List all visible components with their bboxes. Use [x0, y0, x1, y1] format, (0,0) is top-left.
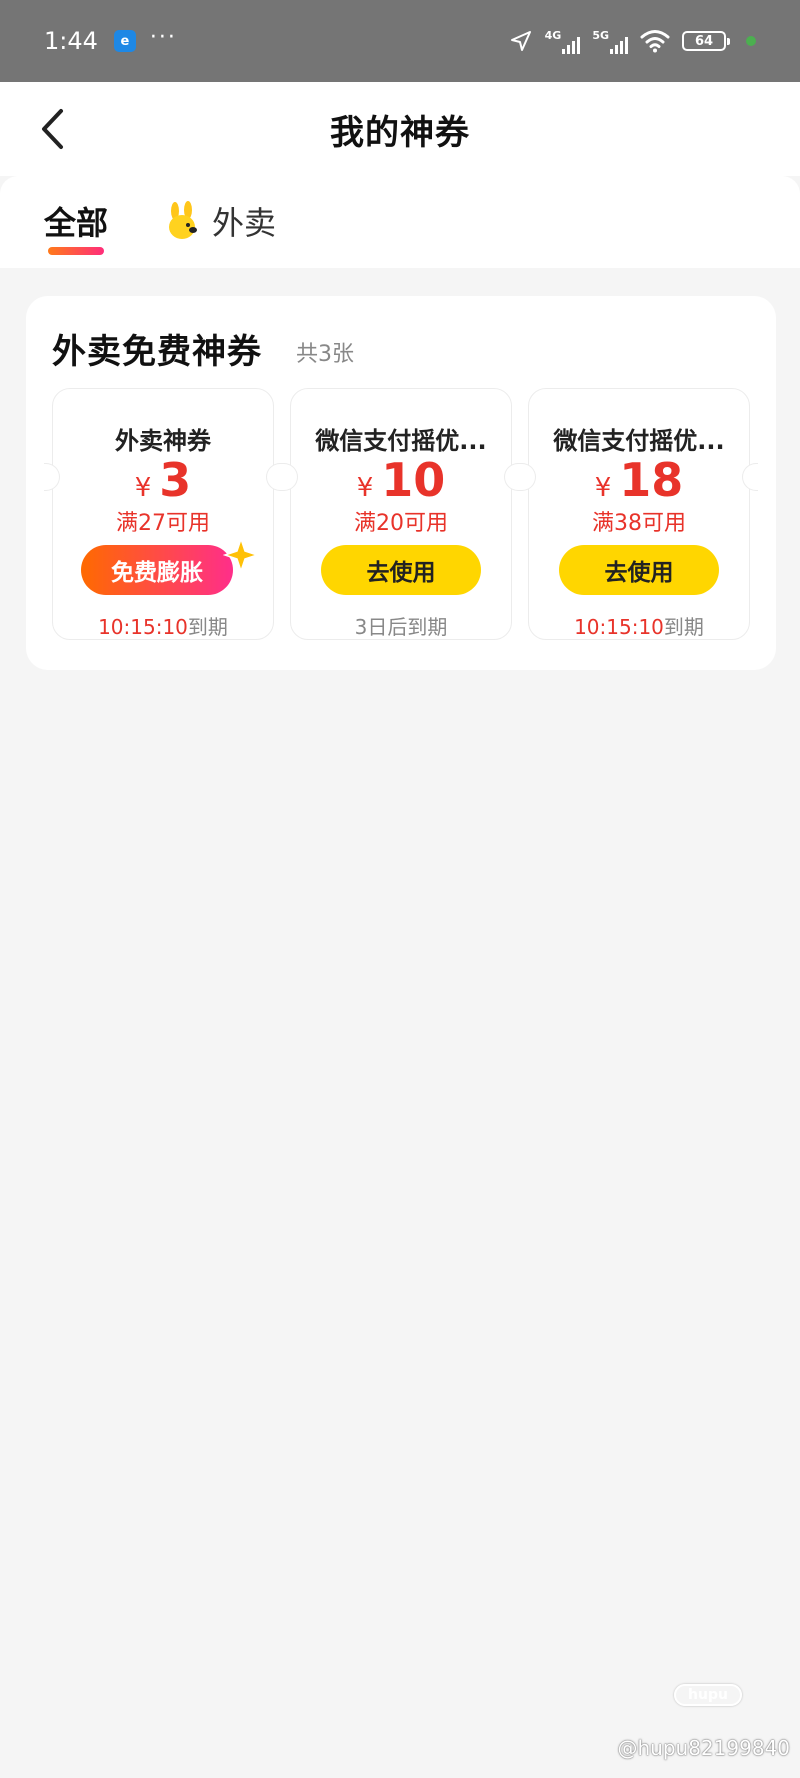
tab-takeout-label: 外卖 [212, 204, 277, 242]
currency-symbol: ¥ [356, 473, 374, 503]
chevron-left-icon [42, 109, 63, 149]
section-count: 共3张 [296, 342, 354, 367]
status-time: 1:44 [44, 27, 98, 55]
coupon-condition: 满38可用 [592, 511, 686, 536]
coupon-value: 18 [619, 453, 684, 507]
status-bar: 1:44 e ··· 4G 5G 64 [0, 0, 800, 82]
sparkle-star-icon [223, 537, 259, 573]
use-coupon-button[interactable]: 去使用 [559, 545, 719, 595]
coupon-condition: 满20可用 [354, 511, 448, 536]
coupon-section-card: 外卖免费神券 共3张 外卖神券 ¥ 3 满27可用 免费膨胀 10:15:10到… [26, 296, 776, 670]
coupon-card[interactable]: 微信支付摇优... ¥ 10 满20可用 去使用 3日后到期 [282, 388, 520, 640]
wifi-icon [640, 30, 670, 53]
coupon-expiry: 10:15:10到期 [529, 611, 749, 640]
network-4g-label: 4G [544, 28, 562, 42]
app-notification-icon: e [113, 30, 136, 52]
tab-all[interactable]: 全部 [44, 198, 108, 244]
app-header: 我的神券 [0, 82, 800, 176]
section-title: 外卖免费神券 [52, 332, 262, 372]
signal-5g-icon: 5G [592, 29, 628, 54]
battery-icon: 64 [682, 31, 730, 51]
coupon-amount: ¥ 3 [53, 453, 273, 507]
location-icon [510, 31, 531, 51]
coupon-expiry: 10:15:10到期 [53, 611, 273, 640]
use-coupon-button[interactable]: 去使用 [321, 545, 481, 595]
coupon-card[interactable]: 微信支付摇优... ¥ 18 满38可用 去使用 10:15:10到期 [520, 388, 758, 640]
currency-symbol: ¥ [134, 473, 152, 503]
network-5g-label: 5G [592, 28, 609, 42]
watermark-logo: hupu [674, 1684, 742, 1706]
coupon-amount: ¥ 10 [291, 453, 511, 507]
back-button[interactable] [28, 104, 78, 154]
page-title: 我的神券 [330, 112, 470, 153]
coupon-value: 3 [159, 453, 192, 507]
coupon-value: 10 [381, 453, 446, 507]
free-expand-button[interactable]: 免费膨胀 [81, 545, 233, 595]
coupon-name: 外卖神券 [115, 427, 211, 455]
coupon-name: 微信支付摇优... [553, 427, 725, 455]
rabbit-mascot-icon [169, 201, 197, 239]
tab-bar: 全部 外卖 [0, 176, 800, 268]
watermark-text: @hupu82199840 [617, 1736, 790, 1760]
active-tab-indicator [48, 247, 104, 255]
expiry-countdown: 10:15:10 [98, 615, 188, 639]
status-indicators: 4G 5G 64 [509, 29, 756, 54]
coupon-name: 微信支付摇优... [315, 427, 487, 455]
signal-4g-icon: 4G [545, 29, 581, 54]
coupon-condition: 满27可用 [116, 511, 210, 536]
coupon-amount: ¥ 18 [529, 453, 749, 507]
coupon-expiry: 3日后到期 [291, 611, 511, 640]
expiry-countdown: 3日后到期 [354, 615, 448, 639]
expiry-suffix: 到期 [187, 615, 228, 639]
tab-takeout[interactable]: 外卖 [164, 198, 276, 244]
expiry-countdown: 10:15:10 [574, 615, 664, 639]
currency-symbol: ¥ [594, 473, 612, 503]
coupon-card[interactable]: 外卖神券 ¥ 3 满27可用 免费膨胀 10:15:10到期 [44, 388, 282, 640]
privacy-indicator-dot [746, 36, 756, 46]
expiry-suffix: 到期 [663, 615, 704, 639]
more-notifications-icon: ··· [149, 24, 177, 50]
